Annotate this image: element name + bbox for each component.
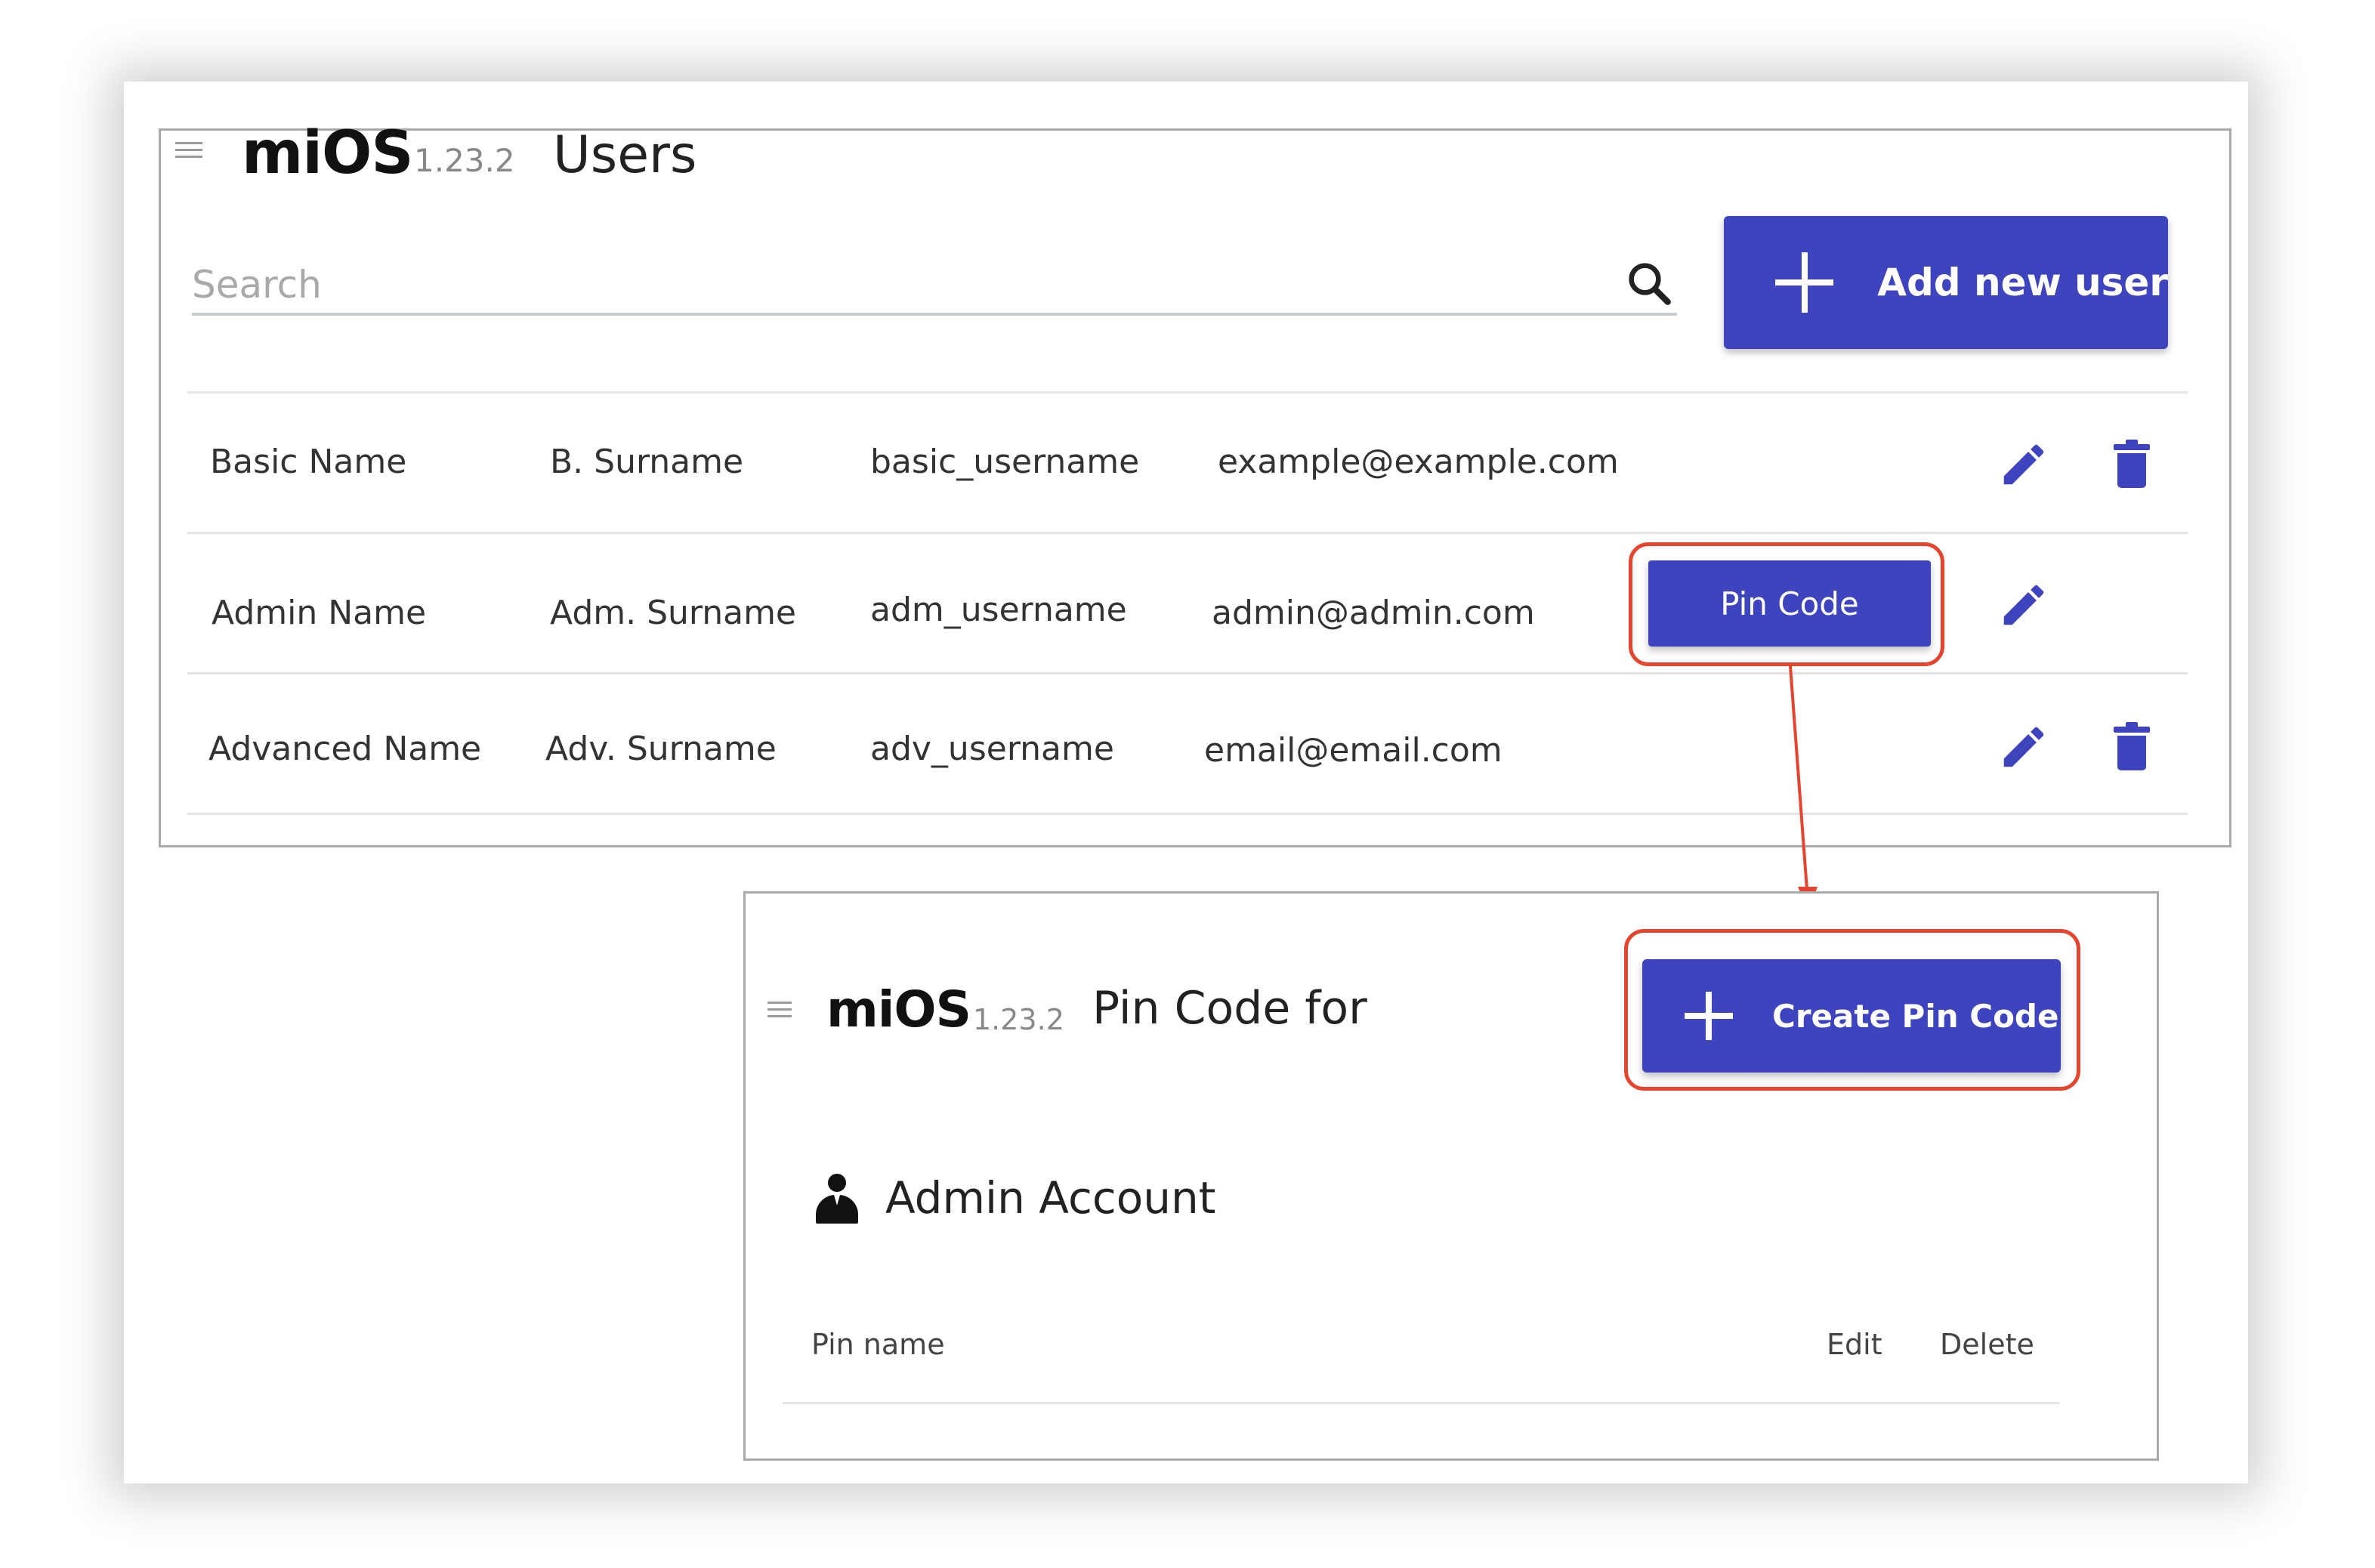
create-pin-code-button[interactable]: Create Pin Code — [1642, 959, 2061, 1073]
create-pin-code-label: Create Pin Code — [1772, 997, 2059, 1035]
cell-name: Advanced Name — [208, 730, 482, 768]
cell-username: basic_username — [870, 443, 1140, 481]
cell-name: Admin Name — [212, 594, 427, 632]
page-title: Pin Code for — [1092, 982, 1367, 1035]
delete-trash-icon[interactable] — [2114, 440, 2150, 488]
pin-code-button[interactable]: Pin Code — [1648, 560, 1931, 647]
app-logo: miOS — [826, 980, 971, 1039]
edit-pencil-icon[interactable] — [1997, 579, 2050, 631]
person-icon — [814, 1174, 860, 1224]
app-logo: miOS — [242, 119, 413, 187]
cell-username: adv_username — [870, 730, 1114, 768]
add-new-user-label: Add new user — [1877, 261, 2168, 304]
search-input[interactable] — [192, 257, 1612, 313]
cell-surname: Adm. Surname — [550, 594, 797, 632]
cell-surname: Adv. Surname — [545, 730, 777, 768]
column-header-pin-name: Pin name — [811, 1328, 945, 1361]
cell-surname: B. Surname — [550, 443, 744, 481]
table-row[interactable] — [187, 394, 2188, 534]
column-header-edit: Edit — [1827, 1328, 1882, 1361]
menu-icon[interactable] — [175, 142, 202, 159]
table-divider — [187, 813, 2188, 815]
account-label: Admin Account — [885, 1172, 1216, 1224]
cell-name: Basic Name — [210, 443, 407, 481]
menu-icon[interactable] — [767, 1002, 792, 1018]
plus-icon — [1685, 992, 1733, 1040]
table-row[interactable] — [187, 674, 2188, 815]
cell-email: email@email.com — [1204, 731, 1503, 770]
pin-code-button-label: Pin Code — [1720, 585, 1859, 622]
cell-email: admin@admin.com — [1212, 594, 1535, 632]
column-header-delete: Delete — [1940, 1328, 2034, 1361]
cell-username: adm_username — [870, 591, 1127, 629]
delete-trash-icon[interactable] — [2114, 722, 2150, 770]
edit-pencil-icon[interactable] — [1997, 721, 2050, 773]
app-version: 1.23.2 — [973, 1003, 1064, 1036]
search-underline — [192, 313, 1677, 316]
plus-icon — [1775, 252, 1834, 313]
edit-pencil-icon[interactable] — [1997, 438, 2050, 491]
connector-arrow — [1789, 665, 1818, 912]
table-divider — [783, 1402, 2059, 1404]
add-new-user-button[interactable]: Add new user — [1724, 216, 2168, 349]
cell-email: example@example.com — [1218, 443, 1619, 481]
search-icon[interactable] — [1624, 258, 1674, 308]
app-version: 1.23.2 — [414, 142, 515, 179]
page-title: Users — [553, 125, 697, 185]
